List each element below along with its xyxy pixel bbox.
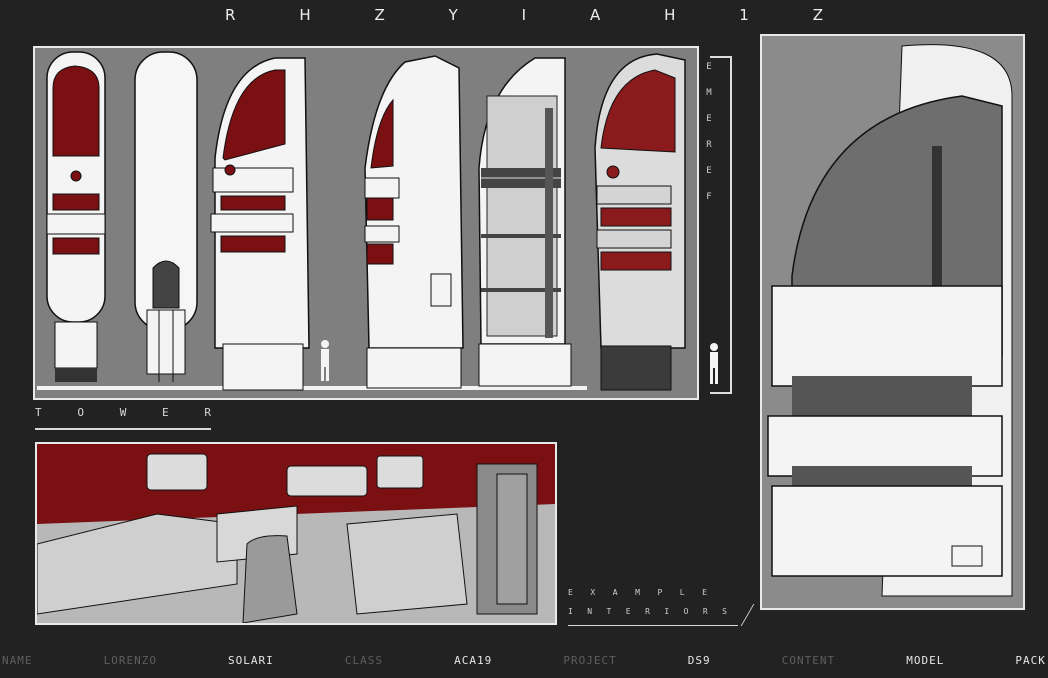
footer-first-name: LORENZO (103, 654, 157, 667)
interior-letter: L (679, 588, 686, 597)
footer-content-label: CONTENT (781, 654, 836, 667)
tower-rendered-view (594, 53, 686, 391)
scale-figure (710, 343, 718, 384)
cutaway-illustration (767, 44, 1013, 597)
vertical-letter: E (706, 62, 712, 72)
tower-turnaround-panel (33, 46, 699, 400)
title-letter: H (299, 6, 313, 24)
tower-letter: E (162, 406, 169, 419)
footer-content-value2: PACK (1015, 654, 1046, 667)
sheet-title: R H Z Y I A H 1 Z (225, 6, 825, 26)
label-underline (568, 625, 738, 626)
interior-letter: N (587, 607, 594, 616)
footer-content-value1: MODEL (906, 654, 945, 667)
footer-project-label: PROJECT (563, 654, 617, 667)
interior-label-line1: E X A M P L E (568, 588, 708, 597)
tower-letter: R (204, 406, 211, 419)
title-letter: I (521, 6, 529, 24)
footer-class-label: CLASS (344, 654, 384, 667)
footer-credits: NAME LORENZO SOLARI CLASS ACA19 PROJECT … (0, 654, 1048, 672)
title-letter: Z (374, 6, 387, 24)
vertical-label: E M E R E F (702, 56, 732, 394)
title-letter: H (664, 6, 678, 24)
interior-illustration-panel (35, 442, 557, 625)
interior-letter: E (568, 588, 574, 597)
title-letter: R (225, 6, 238, 24)
interior-label-line2: I N T E R I O R S (568, 607, 728, 616)
interior-letter: P (657, 588, 664, 597)
cutaway-panel (760, 34, 1025, 610)
tower-section-view (478, 57, 572, 387)
tower-front-view (46, 51, 106, 382)
interior-letter: T (606, 607, 613, 616)
interior-letter: I (664, 607, 671, 616)
cockpit-interior-illustration (37, 444, 555, 623)
interior-letter: I (568, 607, 574, 616)
tower-views-illustration (37, 51, 686, 391)
vertical-letter: M (706, 88, 712, 98)
interior-letter: E (702, 588, 708, 597)
footer-name-label: NAME (2, 654, 33, 667)
title-letter: A (589, 6, 603, 24)
interior-label: E X A M P L E I N T E R I O R S (568, 588, 755, 628)
interior-letter: A (612, 588, 619, 597)
vertical-letter: E (706, 114, 712, 124)
tower-letter: O (77, 406, 84, 419)
footer-last-name: SOLARI (228, 654, 274, 667)
footer-project-value: DS9 (687, 654, 711, 667)
vertical-letter: R (706, 140, 712, 150)
interior-letter: R (702, 607, 709, 616)
interior-letter: X (590, 588, 597, 597)
tower-back-view (134, 51, 198, 382)
tower-label: T O W E R (35, 404, 211, 430)
interior-letter: R (645, 607, 651, 616)
interior-letter: M (635, 588, 641, 597)
footer-class-value: ACA19 (454, 654, 493, 667)
tower-letter: W (119, 406, 127, 419)
tower-three-quarter-view (210, 57, 310, 391)
vertical-letter: F (706, 192, 712, 202)
title-letter: Y (448, 6, 460, 24)
scale-figure (321, 340, 329, 381)
title-letter: Z (812, 6, 825, 24)
vertical-letter: E (706, 166, 712, 176)
interior-letter: E (625, 607, 632, 616)
interior-letter: O (683, 607, 690, 616)
tower-letter: T (35, 406, 42, 419)
tower-side-view (364, 55, 464, 389)
title-letter: 1 (739, 6, 751, 24)
